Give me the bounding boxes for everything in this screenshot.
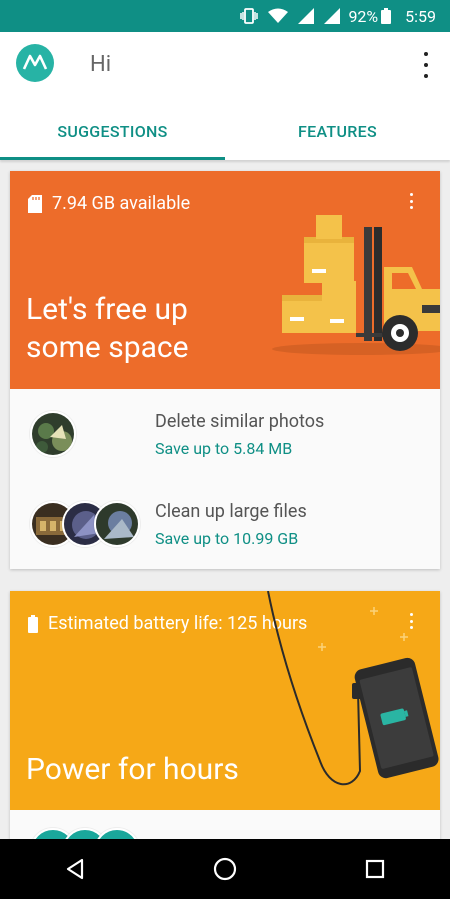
battery-icon	[28, 614, 38, 633]
delete-similar-photos-item[interactable]: Delete similar photos Save up to 5.84 MB	[10, 389, 440, 479]
item-subtitle: Save up to 5.84 MB	[155, 439, 293, 458]
home-button[interactable]	[195, 839, 255, 899]
tab-suggestions[interactable]: SUGGESTIONS	[0, 102, 225, 160]
recents-button[interactable]	[345, 839, 405, 899]
battery-percent: 92%	[348, 6, 379, 26]
back-icon	[66, 858, 84, 880]
status-icons	[240, 8, 341, 24]
large-files-thumbnails	[30, 501, 140, 549]
file-thumbnail	[94, 501, 140, 547]
phone-charging-illustration	[267, 591, 439, 786]
photo-thumbnail	[30, 411, 76, 457]
app-bar: Hi	[0, 32, 450, 102]
tab-features[interactable]: FEATURES	[225, 102, 450, 160]
storage-available: 7.94 GB available	[28, 193, 190, 214]
item-subtitle: Save up to 10.99 GB	[155, 529, 299, 548]
vibrate-icon	[240, 8, 259, 24]
back-button[interactable]	[45, 839, 105, 899]
battery-headline: Power for hours	[26, 752, 239, 787]
recents-icon	[365, 859, 385, 879]
home-icon	[213, 857, 237, 881]
wifi-icon	[268, 8, 289, 23]
signal-icon-2	[324, 8, 341, 24]
battery-card: Estimated battery life: 125 hours Power …	[10, 591, 440, 874]
item-title: Delete similar photos	[155, 411, 325, 432]
battery-status: 92%	[348, 6, 392, 26]
storage-card: 7.94 GB available Let's free up some spa…	[10, 171, 440, 569]
storage-card-hero[interactable]: 7.94 GB available Let's free up some spa…	[10, 171, 440, 389]
storage-available-label: 7.94 GB available	[52, 193, 191, 214]
signal-icon	[298, 8, 315, 24]
clock: 5:59	[405, 6, 436, 26]
clean-up-large-files-item[interactable]: Clean up large files Save up to 10.99 GB	[10, 479, 440, 569]
battery-card-hero[interactable]: Estimated battery life: 125 hours Power …	[10, 591, 440, 810]
storage-headline-line2: some space	[26, 330, 189, 365]
forklift-illustration	[272, 215, 440, 355]
item-title: Clean up large files	[155, 501, 307, 522]
storage-headline-line1: Let's free up	[26, 292, 188, 327]
motorola-logo-icon	[16, 44, 54, 82]
similar-photos-thumbnails	[30, 411, 76, 459]
page-title: Hi	[90, 52, 112, 77]
tab-bar: SUGGESTIONS FEATURES	[0, 102, 450, 160]
battery-icon	[381, 8, 392, 24]
status-bar: 92% 5:59	[0, 0, 450, 32]
sd-card-icon	[28, 194, 42, 213]
system-nav-bar	[0, 839, 450, 899]
storage-headline: Let's free up some space	[26, 291, 189, 367]
overflow-menu-icon[interactable]	[420, 52, 432, 78]
